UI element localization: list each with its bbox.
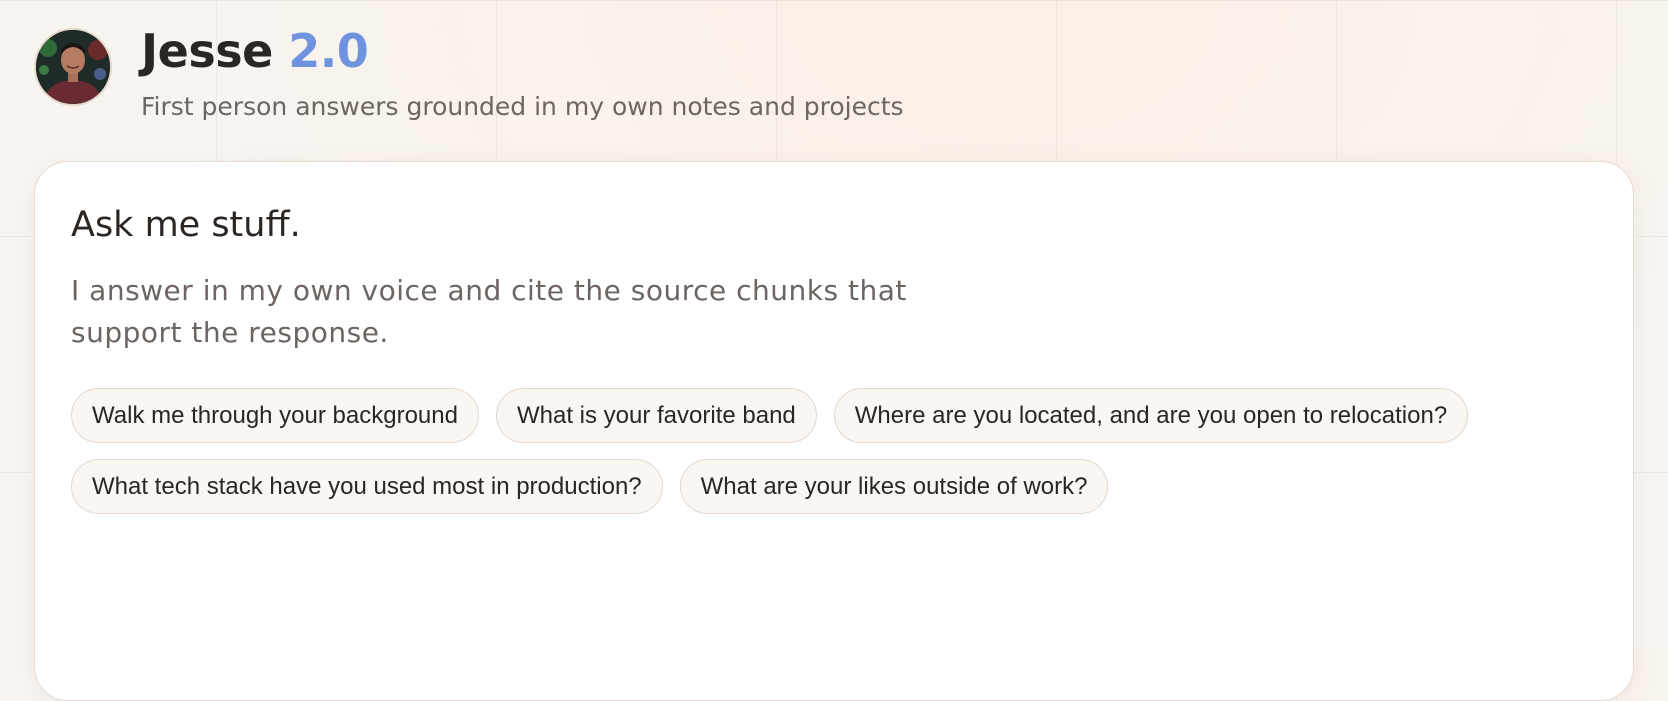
avatar: [34, 28, 112, 106]
suggestion-chip-tech-stack[interactable]: What tech stack have you used most in pr…: [71, 459, 663, 514]
header: Jesse 2.0 First person answers grounded …: [34, 24, 904, 121]
suggestion-chip-location[interactable]: Where are you located, and are you open …: [833, 388, 1469, 443]
page-title: Jesse 2.0: [141, 18, 904, 84]
card-description: I answer in my own voice and cite the so…: [71, 274, 907, 349]
suggestion-chip-background[interactable]: Walk me through your background: [71, 388, 479, 443]
card-title: Ask me stuff.: [71, 205, 301, 245]
suggestion-chips: Walk me through your background What is …: [71, 388, 1491, 514]
suggestion-chip-favorite-band[interactable]: What is your favorite band: [495, 388, 817, 443]
page-subtitle: First person answers grounded in my own …: [141, 92, 904, 121]
title-name: Jesse: [141, 24, 273, 78]
suggestion-chip-likes[interactable]: What are your likes outside of work?: [679, 459, 1109, 514]
avatar-image: [36, 30, 110, 104]
title-version: 2.0: [288, 24, 369, 78]
chat-card: Ask me stuff. I answer in my own voice a…: [34, 161, 1634, 701]
